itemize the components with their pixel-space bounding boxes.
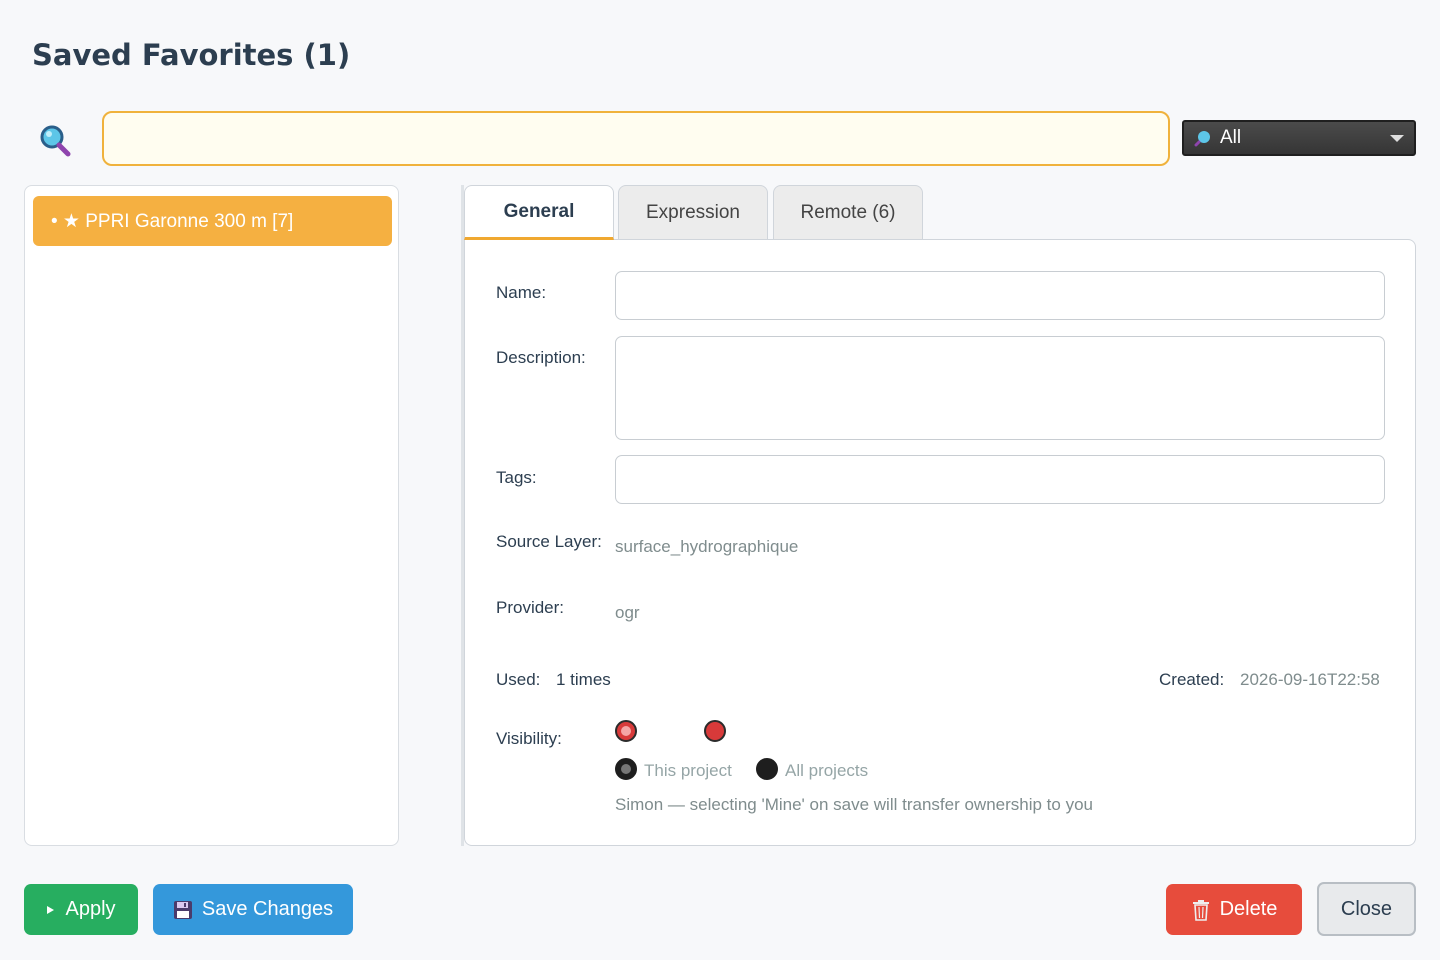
chevron-down-icon — [1390, 135, 1404, 142]
apply-button[interactable]: Apply — [24, 884, 138, 935]
search-icon — [40, 125, 71, 157]
apply-label: Apply — [65, 898, 116, 920]
tab-label: Expression — [646, 202, 740, 223]
visibility-label: Visibility: — [496, 729, 562, 748]
filter-selected-value: All — [1220, 127, 1242, 148]
tags-field[interactable] — [615, 455, 1385, 504]
created-label: Created: — [1159, 670, 1225, 689]
scope-this-project-radio[interactable] — [615, 758, 637, 780]
filter-dropdown[interactable]: All — [1182, 120, 1416, 156]
scope-this-project-label: This project — [644, 761, 732, 780]
tab-expression[interactable]: Expression — [618, 185, 768, 240]
delete-button[interactable]: Delete — [1166, 884, 1302, 935]
tab-general[interactable]: General — [464, 185, 614, 240]
source-layer-value: surface_hydrographique — [615, 537, 799, 556]
search-input[interactable] — [102, 111, 1170, 166]
created-value: 2026-09-16T22:58 — [1240, 670, 1380, 689]
scope-all-projects-label: All projects — [785, 761, 869, 780]
play-icon — [46, 904, 56, 916]
ownership-note: Simon — selecting 'Mine' on save will tr… — [615, 795, 1093, 814]
used-label: Used: — [496, 670, 541, 689]
close-button[interactable]: Close — [1317, 882, 1416, 936]
tab-remote[interactable]: Remote (6) — [773, 185, 923, 240]
used-value: 1 times — [556, 670, 611, 689]
general-tab-panel: Name: Description: Tags: Source Layer: s… — [464, 239, 1416, 846]
close-label: Close — [1340, 897, 1393, 920]
visibility-mine-radio[interactable] — [615, 720, 637, 742]
description-label: Description: — [496, 348, 586, 367]
search-icon — [1194, 131, 1210, 147]
tab-label: General — [503, 200, 575, 222]
scope-all-projects-radio[interactable] — [756, 758, 778, 780]
page-title: Saved Favorites (1) — [32, 38, 351, 72]
source-layer-label: Source Layer: — [496, 532, 602, 551]
favorites-list: • ★ PPRI Garonne 300 m [7] — [24, 185, 399, 846]
list-item[interactable]: • ★ PPRI Garonne 300 m [7] — [33, 196, 392, 246]
description-field[interactable] — [615, 336, 1385, 440]
tags-label: Tags: — [496, 468, 537, 487]
name-label: Name: — [496, 283, 547, 302]
save-label: Save Changes — [201, 898, 334, 920]
name-field[interactable] — [615, 271, 1385, 320]
delete-label: Delete — [1219, 898, 1278, 920]
save-changes-button[interactable]: Save Changes — [153, 884, 353, 935]
floppy-disk-icon — [173, 900, 193, 920]
list-item-label: • ★ PPRI Garonne 300 m [7] — [51, 210, 294, 232]
provider-value: ogr — [615, 603, 640, 622]
visibility-shared-radio[interactable] — [704, 720, 726, 742]
tab-label: Remote (6) — [800, 202, 896, 223]
provider-label: Provider: — [496, 598, 565, 617]
trash-icon — [1191, 899, 1211, 921]
